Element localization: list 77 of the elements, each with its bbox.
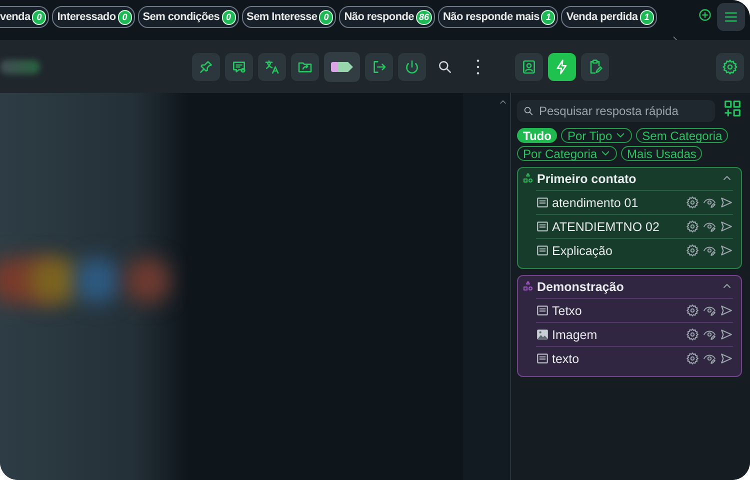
- eye-edit-icon[interactable]: [703, 328, 716, 341]
- send-icon[interactable]: [720, 244, 733, 257]
- status-tab[interactable]: Venda perdida 1: [561, 6, 657, 28]
- gear-icon[interactable]: [686, 304, 699, 317]
- folder-share-button[interactable]: [291, 52, 319, 80]
- count-badge: 1: [541, 10, 556, 24]
- kebab-menu-icon: [476, 58, 480, 74]
- count-badge: 0: [319, 10, 334, 24]
- settings-icon: [722, 58, 738, 74]
- filter-chip[interactable]: Sem Categoria: [636, 128, 728, 143]
- menu-button[interactable]: [717, 3, 745, 31]
- tag-button[interactable]: [324, 52, 360, 82]
- message-settings-icon: [231, 58, 247, 74]
- quick-reply-item[interactable]: Explicação: [536, 238, 733, 262]
- filter-chip[interactable]: Por Tipo: [561, 128, 632, 143]
- text-note-icon: [536, 220, 549, 233]
- eye-edit-icon[interactable]: [703, 196, 716, 209]
- translate-icon: [264, 58, 280, 74]
- status-tab[interactable]: Interessado 0: [52, 6, 135, 28]
- filter-chip[interactable]: Por Categoria: [517, 146, 618, 161]
- blurred-content: [0, 60, 40, 74]
- count-badge: 0: [222, 10, 236, 24]
- text-note-icon: [536, 196, 549, 209]
- group-title: Primeiro contato: [537, 172, 638, 186]
- status-tab[interactable]: Sem Interesse 0: [242, 6, 336, 28]
- gear-icon[interactable]: [686, 244, 699, 257]
- gear-icon[interactable]: [686, 328, 699, 341]
- text-note-icon: [536, 244, 549, 257]
- quick-reply-item[interactable]: texto: [536, 346, 733, 370]
- status-tab[interactable]: venda 0: [0, 6, 50, 28]
- send-icon[interactable]: [720, 196, 733, 209]
- search-field[interactable]: Pesquisar resposta rápida: [517, 100, 715, 122]
- group-title: Demonstração: [537, 280, 625, 294]
- power-icon: [404, 58, 420, 74]
- eye-edit-icon[interactable]: [703, 352, 716, 365]
- panel-tab[interactable]: [515, 52, 543, 80]
- panel-tab[interactable]: [581, 52, 609, 80]
- logout-icon: [371, 58, 387, 74]
- count-badge: 86: [416, 10, 432, 24]
- text-note-icon: [536, 352, 549, 365]
- send-icon[interactable]: [720, 304, 733, 317]
- send-icon[interactable]: [720, 220, 733, 233]
- eye-edit-icon[interactable]: [703, 220, 716, 233]
- send-icon[interactable]: [720, 328, 733, 341]
- status-tab[interactable]: Não responde 86: [339, 6, 436, 28]
- search-icon: [437, 58, 453, 74]
- gear-icon[interactable]: [686, 196, 699, 209]
- settings-button[interactable]: [716, 52, 744, 80]
- pin-icon: [198, 58, 214, 74]
- power-button[interactable]: [398, 52, 426, 80]
- eye-edit-icon[interactable]: [703, 244, 716, 257]
- image-icon: [536, 328, 549, 341]
- quick-reply-item[interactable]: ATENDIEMTNO 02: [536, 214, 733, 238]
- count-badge: 1: [640, 10, 654, 24]
- logout-button[interactable]: [365, 52, 393, 80]
- translate-button[interactable]: [258, 52, 286, 80]
- count-badge: 0: [32, 10, 46, 24]
- text-note-icon: [536, 304, 549, 317]
- status-tab[interactable]: Não responde mais 1: [438, 6, 558, 28]
- panel-tab[interactable]: [548, 52, 576, 80]
- pin-button[interactable]: [192, 52, 220, 80]
- contact-card-icon: [521, 58, 537, 74]
- search-icon: [523, 105, 534, 117]
- quick-reply-item[interactable]: atendimento 01: [536, 190, 733, 214]
- count-badge: 0: [118, 10, 132, 24]
- eye-edit-icon[interactable]: [703, 304, 716, 317]
- quick-reply-item[interactable]: Tetxo: [536, 298, 733, 322]
- add-grid-icon[interactable]: [723, 99, 742, 118]
- message-settings-button[interactable]: [225, 52, 253, 80]
- tag-icon: [331, 62, 353, 72]
- plus-circle-icon[interactable]: [698, 8, 712, 22]
- quick-reply-item[interactable]: Imagem: [536, 322, 733, 346]
- gear-icon[interactable]: [686, 220, 699, 233]
- gear-icon[interactable]: [686, 352, 699, 365]
- filter-chip[interactable]: Mais Usadas: [621, 146, 702, 161]
- status-tab[interactable]: Sem condições 0: [138, 6, 239, 28]
- send-icon[interactable]: [720, 352, 733, 365]
